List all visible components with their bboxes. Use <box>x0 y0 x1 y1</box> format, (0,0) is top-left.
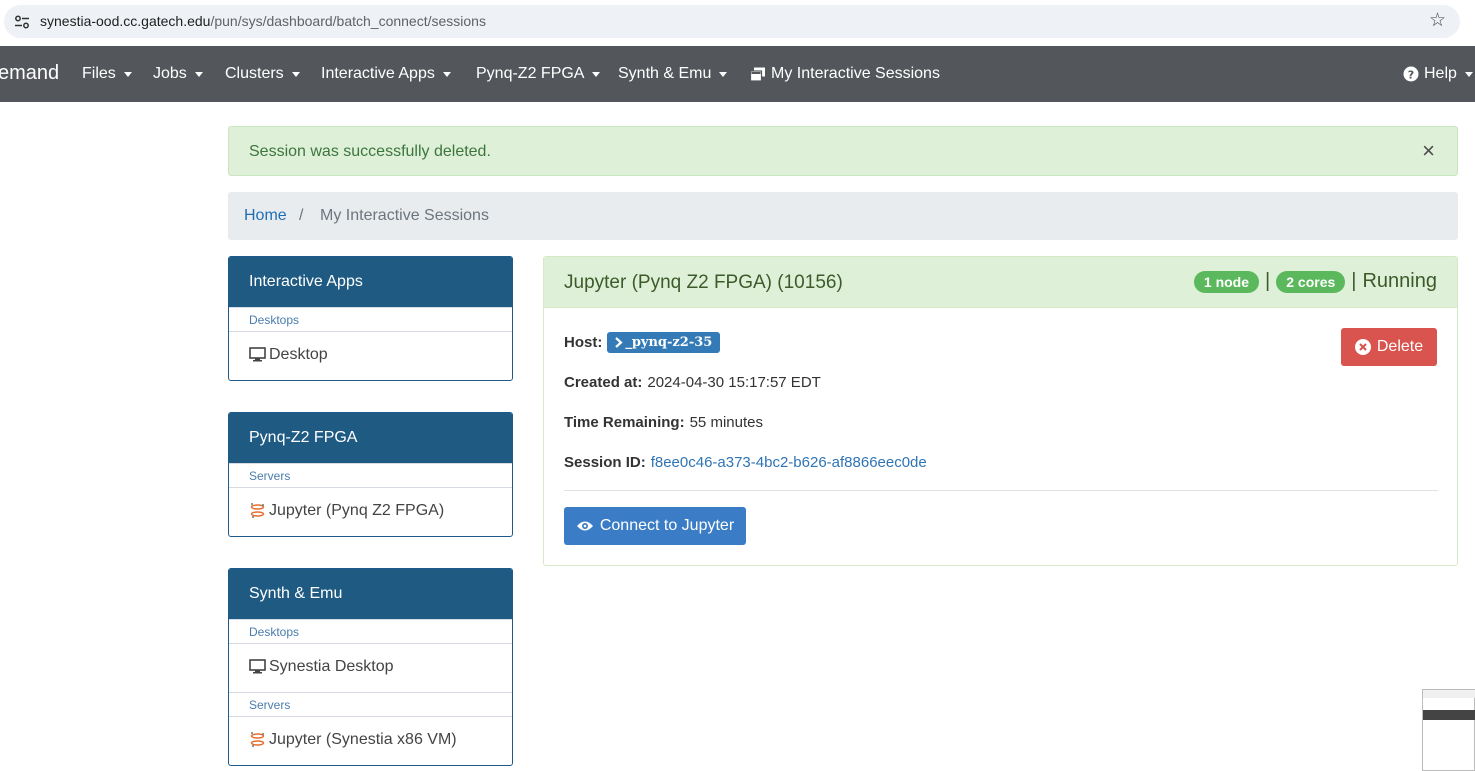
url-text[interactable]: synestia-ood.cc.gatech.edu/pun/sys/dashb… <box>40 13 486 29</box>
connect-jupyter-button[interactable]: Connect to Jupyter <box>564 507 746 545</box>
thumbnail-bar <box>1423 690 1475 698</box>
app-item-synestia-desktop[interactable]: Synestia Desktop <box>229 644 512 692</box>
panel-title: Pynq-Z2 FPGA <box>229 413 512 463</box>
time-remaining-value: 55 minutes <box>689 414 763 431</box>
breadcrumb: Home / My Interactive Sessions <box>228 192 1458 240</box>
nav-sessions-label: My Interactive Sessions <box>771 65 940 82</box>
host-button[interactable]: _pynq-z2-35 <box>607 332 721 353</box>
host-label: Host: <box>564 334 603 351</box>
browser-toolbar: synestia-ood.cc.gatech.edu/pun/sys/dashb… <box>0 0 1475 45</box>
app-item-label: Jupyter (Pynq Z2 FPGA) <box>269 502 445 519</box>
clone-icon <box>750 67 765 82</box>
breadcrumb-current: My Interactive Sessions <box>320 207 489 224</box>
panel-synth-emu: Synth & Emu Desktops Synestia Desktop Se… <box>228 568 513 766</box>
nav-clusters-label: Clusters <box>225 65 284 82</box>
nav-pynq-label: Pynq-Z2 FPGA <box>476 65 585 82</box>
panel-group-label: Desktops <box>229 307 512 332</box>
nav-pynq-z2-fpga[interactable]: Pynq-Z2 FPGA <box>476 65 601 83</box>
jupyter-icon <box>250 732 265 747</box>
app-item-jupyter-pynq[interactable]: Jupyter (Pynq Z2 FPGA) <box>229 488 512 536</box>
app-item-label: Synestia Desktop <box>269 658 394 675</box>
host-name: _pynq-z2-35 <box>625 335 713 350</box>
host-row: Host: _pynq-z2-35 <box>564 332 721 353</box>
session-id-label: Session ID: <box>564 454 646 471</box>
preview-thumbnail <box>1422 689 1475 771</box>
nav-files[interactable]: Files <box>82 65 132 83</box>
breadcrumb-home[interactable]: Home <box>244 207 287 225</box>
nav-interactive-apps-label: Interactive Apps <box>321 65 435 82</box>
session-title: Jupyter (Pynq Z2 FPGA) (10156) <box>564 272 843 293</box>
svg-text:?: ? <box>1408 68 1414 81</box>
delete-label: Delete <box>1376 338 1424 355</box>
site-settings-icon[interactable] <box>14 14 30 30</box>
app-item-label: Desktop <box>269 346 328 363</box>
nav-clusters[interactable]: Clusters <box>225 65 300 83</box>
monitor-icon <box>249 659 266 674</box>
question-circle-icon: ? <box>1403 66 1419 82</box>
caret-down-icon <box>592 71 601 77</box>
panel-group-label: Desktops <box>229 619 512 644</box>
url-host: synestia-ood.cc.gatech.edu <box>40 13 211 29</box>
nav-jobs[interactable]: Jobs <box>153 65 203 83</box>
breadcrumb-separator: / <box>299 207 304 224</box>
panel-title: Synth & Emu <box>229 569 512 619</box>
session-card: Jupyter (Pynq Z2 FPGA) (10156) 1 node | … <box>543 256 1458 566</box>
jupyter-icon <box>250 503 265 518</box>
times-circle-icon <box>1354 339 1371 355</box>
time-remaining-row: Time Remaining: 55 minutes <box>564 414 763 431</box>
nav-help-label: Help <box>1424 65 1457 82</box>
caret-down-icon <box>719 71 728 77</box>
bookmark-star-icon[interactable]: ☆ <box>1429 10 1446 32</box>
created-label: Created at: <box>564 374 643 391</box>
close-icon[interactable]: × <box>1422 140 1435 162</box>
url-path: /pun/sys/dashboard/batch_connect/session… <box>210 13 486 29</box>
caret-down-icon <box>194 71 203 77</box>
address-bar[interactable]: synestia-ood.cc.gatech.edu/pun/sys/dashb… <box>4 5 1460 38</box>
status-separator: | <box>1351 270 1357 292</box>
time-remaining-label: Time Remaining: <box>564 414 685 431</box>
status-separator: | <box>1265 270 1271 292</box>
status-text: Running <box>1362 270 1437 292</box>
eye-icon <box>576 521 593 531</box>
panel-group-label: Servers <box>229 692 512 717</box>
connect-label: Connect to Jupyter <box>599 517 735 534</box>
session-id-link[interactable]: f8ee0c46-a373-4bc2-b626-af8866eec0de <box>651 454 927 471</box>
nav-synth-label: Synth & Emu <box>618 65 712 82</box>
caret-down-icon <box>123 71 132 77</box>
caret-down-icon <box>442 71 451 77</box>
card-divider <box>564 490 1438 491</box>
delete-button[interactable]: Delete <box>1341 328 1437 366</box>
nav-synth-emu[interactable]: Synth & Emu <box>618 65 728 83</box>
created-value: 2024-04-30 15:17:57 EDT <box>647 374 821 391</box>
nav-files-label: Files <box>82 65 116 82</box>
nav-interactive-apps[interactable]: Interactive Apps <box>321 65 451 83</box>
session-id-row: Session ID: f8ee0c46-a373-4bc2-b626-af88… <box>564 454 927 471</box>
app-item-jupyter-synestia[interactable]: Jupyter (Synestia x86 VM) <box>229 717 512 765</box>
terminal-icon <box>615 337 623 348</box>
nodes-badge: 1 node <box>1193 270 1260 293</box>
panel-interactive-apps: Interactive Apps Desktops Desktop <box>228 256 513 381</box>
caret-down-icon <box>291 71 300 77</box>
nav-my-interactive-sessions[interactable]: My Interactive Sessions <box>750 65 940 83</box>
caret-down-icon <box>1464 71 1473 77</box>
cores-badge: 2 cores <box>1276 270 1346 293</box>
panel-pynq-z2-fpga: Pynq-Z2 FPGA Servers Jupyter (Pynq Z2 FP… <box>228 412 513 537</box>
created-row: Created at: 2024-04-30 15:17:57 EDT <box>564 374 821 391</box>
nav-help[interactable]: ? Help <box>1403 65 1473 83</box>
session-card-header: Jupyter (Pynq Z2 FPGA) (10156) 1 node | … <box>544 257 1457 308</box>
session-status: 1 node | 2 cores | Running <box>1193 270 1437 293</box>
success-alert: Session was successfully deleted. × <box>228 126 1458 176</box>
monitor-icon <box>249 347 266 362</box>
app-item-label: Jupyter (Synestia x86 VM) <box>269 731 457 748</box>
navbar-brand[interactable]: emand <box>0 62 59 85</box>
alert-message: Session was successfully deleted. <box>249 143 491 160</box>
panel-title: Interactive Apps <box>229 257 512 307</box>
thumbnail-navbar <box>1423 710 1475 720</box>
app-item-desktop[interactable]: Desktop <box>229 332 512 380</box>
panel-group-label: Servers <box>229 463 512 488</box>
top-navbar: emand Files Jobs Clusters Interactive Ap… <box>0 46 1475 102</box>
nav-jobs-label: Jobs <box>153 65 187 82</box>
